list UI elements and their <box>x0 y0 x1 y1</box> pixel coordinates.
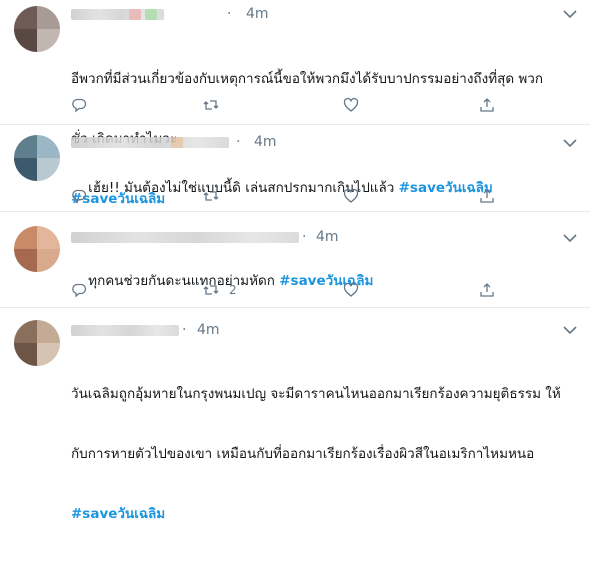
separator-dot: · <box>227 6 232 22</box>
chevron-down-icon[interactable] <box>562 135 578 151</box>
like-icon <box>343 97 359 112</box>
separator-dot: · <box>182 322 187 338</box>
share-button[interactable] <box>479 96 495 114</box>
avatar[interactable] <box>14 6 60 52</box>
chevron-down-icon[interactable] <box>562 322 578 338</box>
like-icon <box>343 282 359 297</box>
share-button[interactable] <box>479 187 495 205</box>
tweet-4[interactable]: · 4m วันเฉลิมถูกอุ้มหายในกรุงพนมเปญ จะมี… <box>0 308 590 522</box>
author-name-blurred[interactable] <box>71 325 179 336</box>
tweet-text-body: ทุกคนช่วยกันดะนแทกอย่ามหัดก <box>88 273 280 289</box>
timestamp[interactable]: 4m <box>254 134 277 150</box>
retweet-button[interactable] <box>203 187 229 205</box>
timestamp[interactable]: 4m <box>316 229 339 245</box>
reply-icon <box>72 98 87 113</box>
retweet-button[interactable]: 2 <box>203 281 237 299</box>
author-name-blurred[interactable] <box>71 137 229 148</box>
timestamp[interactable]: 4m <box>246 6 269 22</box>
share-button[interactable] <box>479 281 495 299</box>
tweet-text: วันเฉลิมถูกอุ้มหายในกรุงพนมเปญ จะมีดาราค… <box>71 344 576 564</box>
retweet-icon <box>203 285 219 295</box>
tweet-text-line: วันเฉลิมถูกอุ้มหายในกรุงพนมเปญ จะมีดาราค… <box>71 386 561 402</box>
author-name-blurred[interactable] <box>71 232 299 243</box>
tweet-1[interactable]: · 4m อีพวกที่มีส่วนเกี่ยวข้องกับเหตุการณ… <box>0 0 590 207</box>
retweet-button[interactable] <box>203 96 229 114</box>
avatar[interactable] <box>14 226 60 272</box>
retweet-count: 2 <box>229 283 237 297</box>
chevron-down-icon[interactable] <box>562 6 578 22</box>
tweet-text: เฮ้ย!! มันต้องไม่ใช่แบบนี้ดิ เล่นสกปรกมา… <box>71 158 576 218</box>
author-name-blurred[interactable] <box>71 9 164 20</box>
reply-button[interactable] <box>71 96 97 114</box>
like-button[interactable] <box>343 96 369 114</box>
like-icon <box>343 188 359 203</box>
avatar[interactable] <box>14 135 60 181</box>
retweet-icon <box>203 191 219 201</box>
timestamp[interactable]: 4m <box>197 322 220 338</box>
tweet-text-line: กับการหายตัวไปของเขา เหมือนกับที่ออกมาเร… <box>71 446 535 462</box>
share-icon <box>480 98 494 112</box>
separator-dot: · <box>236 134 241 150</box>
tweet-text-line: อีพวกที่มีส่วนเกี่ยวข้องกับเหตุการณ์นี้ข… <box>71 71 544 87</box>
reply-button[interactable] <box>71 281 97 299</box>
share-icon <box>480 283 494 297</box>
reply-button[interactable] <box>71 187 97 205</box>
like-button[interactable] <box>343 187 369 205</box>
chevron-down-icon[interactable] <box>562 230 578 246</box>
reply-icon <box>72 189 87 204</box>
tweet-2[interactable]: · 4m เฮ้ย!! มันต้องไม่ใช่แบบนี้ดิ เล่นสก… <box>0 125 590 212</box>
separator-dot: · <box>302 229 307 245</box>
tweet-text: ทุกคนช่วยกันดะนแทกอย่ามหัดก #saveวันเฉลิ… <box>71 251 576 311</box>
reply-icon <box>72 283 87 298</box>
avatar[interactable] <box>14 320 60 366</box>
share-icon <box>480 189 494 203</box>
like-button[interactable] <box>343 281 369 299</box>
tweet-3[interactable]: · 4m ทุกคนช่วยกันดะนแทกอย่ามหัดก #saveวั… <box>0 212 590 308</box>
hashtag-link[interactable]: #saveวันเฉลิม <box>71 506 165 522</box>
retweet-icon <box>203 100 219 110</box>
